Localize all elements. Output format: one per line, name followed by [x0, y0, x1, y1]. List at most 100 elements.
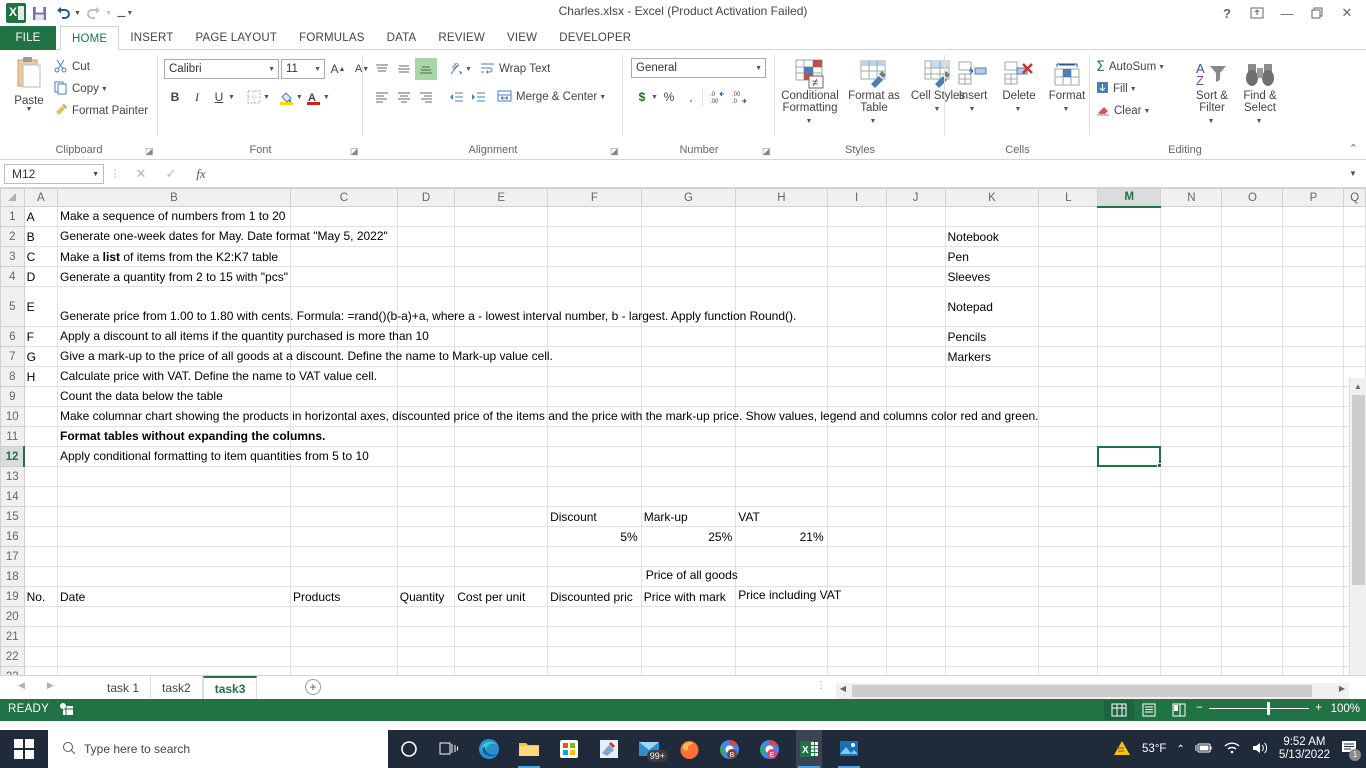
- delete-dropdown-icon[interactable]: ▼: [1015, 106, 1022, 113]
- cell-l11[interactable]: [1038, 426, 1099, 447]
- increase-indent-button[interactable]: [467, 86, 489, 108]
- cell-l5[interactable]: [1038, 286, 1099, 327]
- row-header-11[interactable]: 11: [0, 426, 25, 447]
- cell-k21[interactable]: [945, 626, 1040, 647]
- cell-q6[interactable]: [1343, 326, 1366, 347]
- column-header-a[interactable]: A: [23, 188, 58, 207]
- next-sheet-arrow[interactable]: ▶: [47, 680, 54, 691]
- horizontal-scrollbar[interactable]: ◀ ▶: [836, 683, 1349, 699]
- cell-n13[interactable]: [1160, 466, 1223, 487]
- sheet-tab-task3[interactable]: task3: [202, 676, 258, 700]
- decrease-indent-button[interactable]: [445, 86, 467, 108]
- row-header-19[interactable]: 19: [0, 586, 25, 607]
- cell-m7[interactable]: [1097, 346, 1162, 367]
- cell-c20[interactable]: [290, 606, 398, 627]
- cell-a22[interactable]: [24, 646, 58, 667]
- cell-i6[interactable]: [827, 326, 887, 347]
- format-cells-button[interactable]: Format ▼: [1045, 56, 1089, 116]
- cell-q3[interactable]: [1343, 246, 1366, 267]
- sheet-tab-task2[interactable]: task2: [151, 676, 203, 700]
- cell-o2[interactable]: [1221, 226, 1284, 247]
- cell-n4[interactable]: [1160, 266, 1223, 287]
- cell-f22[interactable]: [547, 646, 642, 667]
- cell-k16[interactable]: [945, 526, 1040, 547]
- cell-a19[interactable]: No.: [24, 586, 58, 607]
- horizontal-scroll-thumb[interactable]: [852, 685, 1312, 697]
- bold-button[interactable]: B: [164, 86, 186, 108]
- cell-i3[interactable]: [827, 246, 887, 267]
- clear-button[interactable]: Clear ▼: [1096, 100, 1165, 122]
- cell-a9[interactable]: [24, 386, 58, 407]
- wifi-icon[interactable]: [1223, 741, 1241, 757]
- clock[interactable]: 9:52 AM 5/13/2022: [1279, 736, 1330, 762]
- cell-m5[interactable]: [1097, 286, 1162, 327]
- cell-m6[interactable]: [1097, 326, 1162, 347]
- cell-h23[interactable]: [735, 666, 828, 675]
- underline-dropdown-icon[interactable]: ▼: [228, 94, 235, 101]
- cell-k11[interactable]: [945, 426, 1040, 447]
- cell-m20[interactable]: [1097, 606, 1162, 627]
- cell-n12[interactable]: [1160, 446, 1223, 467]
- cell-j18[interactable]: [886, 566, 946, 587]
- cell-b4[interactable]: Generate a quantity from 2 to 15 with "p…: [57, 266, 291, 287]
- cell-j22[interactable]: [886, 646, 946, 667]
- cell-o20[interactable]: [1221, 606, 1284, 627]
- cell-o19[interactable]: [1221, 586, 1284, 607]
- cell-c15[interactable]: [290, 506, 398, 527]
- cell-m13[interactable]: [1097, 466, 1162, 487]
- cell-j1[interactable]: [886, 206, 946, 227]
- cell-i16[interactable]: [827, 526, 887, 547]
- conditional-formatting-button[interactable]: ≠ Conditional Formatting ▼: [779, 56, 841, 128]
- previous-sheet-arrow[interactable]: ◀: [18, 680, 25, 691]
- cell-m21[interactable]: [1097, 626, 1162, 647]
- cell-g19[interactable]: Price with mark: [641, 586, 737, 607]
- sort-filter-button[interactable]: AZ Sort & Filter ▼: [1190, 56, 1234, 128]
- cell-k9[interactable]: [945, 386, 1040, 407]
- cell-j5[interactable]: [886, 286, 946, 327]
- align-center-button[interactable]: [393, 86, 415, 108]
- cell-f20[interactable]: [547, 606, 642, 627]
- cell-k19[interactable]: [945, 586, 1040, 607]
- cell-a5[interactable]: E: [24, 286, 58, 327]
- row-header-9[interactable]: 9: [0, 386, 25, 407]
- cell-m2[interactable]: [1097, 226, 1162, 247]
- cell-j21[interactable]: [886, 626, 946, 647]
- column-header-l[interactable]: L: [1038, 188, 1099, 207]
- cell-i13[interactable]: [827, 466, 887, 487]
- cell-i15[interactable]: [827, 506, 887, 527]
- zoom-track[interactable]: [1208, 701, 1310, 715]
- column-header-d[interactable]: D: [396, 188, 456, 207]
- cell-m4[interactable]: [1097, 266, 1162, 287]
- cell-j9[interactable]: [886, 386, 946, 407]
- orientation-dropdown-icon[interactable]: ▼: [465, 66, 472, 73]
- cell-a20[interactable]: [24, 606, 58, 627]
- cell-c3[interactable]: [290, 246, 398, 267]
- cell-f3[interactable]: [547, 246, 642, 267]
- cell-i9[interactable]: [827, 386, 887, 407]
- cell-j15[interactable]: [886, 506, 946, 527]
- cell-g23[interactable]: [641, 666, 737, 675]
- cut-button[interactable]: Cut: [54, 56, 148, 78]
- cell-q5[interactable]: [1343, 286, 1366, 327]
- row-header-16[interactable]: 16: [0, 526, 25, 547]
- cell-m19[interactable]: [1097, 586, 1162, 607]
- underline-button[interactable]: U: [208, 86, 230, 108]
- cell-g20[interactable]: [641, 606, 737, 627]
- column-header-c[interactable]: C: [289, 188, 398, 207]
- cell-l18[interactable]: [1038, 566, 1099, 587]
- row-header-13[interactable]: 13: [0, 466, 25, 487]
- increase-font-size-button[interactable]: A ▲: [327, 58, 349, 80]
- expand-formula-bar-icon[interactable]: ▼: [1344, 169, 1362, 178]
- cell-h6[interactable]: [735, 326, 828, 347]
- cell-g21[interactable]: [641, 626, 737, 647]
- cell-e15[interactable]: [454, 506, 549, 527]
- paste-button[interactable]: Paste ▼: [6, 56, 52, 113]
- cancel-icon[interactable]: ✕: [126, 166, 156, 182]
- cell-n18[interactable]: [1160, 566, 1223, 587]
- cell-a2[interactable]: B: [24, 226, 58, 247]
- cell-b23[interactable]: [57, 666, 291, 675]
- cell-b7[interactable]: Give a mark-up to the price of all goods…: [57, 346, 553, 367]
- chrome-e-icon[interactable]: E: [756, 730, 782, 768]
- cell-j2[interactable]: [886, 226, 946, 247]
- font-dialog-launcher[interactable]: ◪: [350, 146, 359, 156]
